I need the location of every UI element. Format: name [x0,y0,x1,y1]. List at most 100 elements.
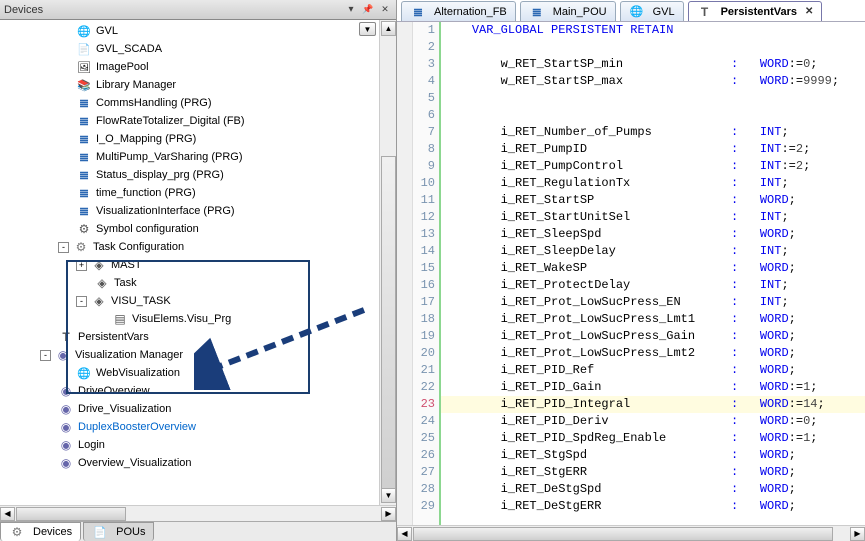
devices-horizontal-scrollbar[interactable]: ◀ ▶ [0,505,396,521]
tree-item[interactable]: Overview_Visualization [0,454,365,472]
st-icon [76,149,92,165]
editor-tab-label: Alternation_FB [434,6,507,18]
scroll-up-button[interactable]: ▲ [381,21,396,36]
tree-item[interactable]: CommsHandling (PRG) [0,94,365,112]
tree-item[interactable]: PersistentVars [0,328,365,346]
code-line[interactable]: i_RET_StartSP : WORD; [441,192,865,209]
tree-item-label: Status_display_prg (PRG) [96,169,224,181]
editor-tab[interactable]: Alternation_FB [401,1,516,21]
footer-tab-devices[interactable]: Devices [0,522,81,541]
tree-item-label: Drive_Visualization [78,403,171,415]
footer-tab-pous[interactable]: POUs [83,522,154,541]
code-line[interactable]: i_RET_PID_Gain : WORD:=1; [441,379,865,396]
tree-item[interactable]: Status_display_prg (PRG) [0,166,365,184]
tree-item[interactable]: GVL_SCADA [0,40,365,58]
scroll-thumb[interactable] [381,156,396,496]
close-icon[interactable] [378,3,392,17]
code-line[interactable]: i_RET_StartUnitSel : INT; [441,209,865,226]
editor-tab[interactable]: GVL [620,1,684,21]
tree-item[interactable]: WebVisualization [0,364,365,382]
code-line[interactable]: i_RET_PID_Deriv : WORD:=0; [441,413,865,430]
code-line[interactable]: i_RET_DeStgERR : WORD; [441,498,865,515]
collapse-toggle[interactable]: - [76,296,87,307]
tree-item[interactable]: Library Manager [0,76,365,94]
code-line[interactable]: w_RET_StartSP_max : WORD:=9999; [441,73,865,90]
scroll-h-thumb[interactable] [413,527,833,541]
code-line[interactable]: i_RET_ProtectDelay : INT; [441,277,865,294]
code-line[interactable]: i_RET_PID_SpdReg_Enable : WORD:=1; [441,430,865,447]
code-line[interactable]: i_RET_PID_Ref : WORD; [441,362,865,379]
code-line[interactable]: i_RET_StgERR : WORD; [441,464,865,481]
tree-item[interactable]: time_function (PRG) [0,184,365,202]
scroll-h-thumb[interactable] [16,507,126,521]
editor-tab[interactable]: Main_POU [520,1,616,21]
tree-item-label: FlowRateTotalizer_Digital (FB) [96,115,245,127]
pin-icon[interactable] [361,3,375,17]
line-number: 28 [413,481,435,498]
tree-item[interactable]: -Visualization Manager [0,346,365,364]
tree-item[interactable]: Symbol configuration [0,220,365,238]
scroll-down-button[interactable]: ▼ [381,488,396,503]
web-icon [76,365,92,381]
code-line[interactable]: i_RET_Prot_LowSucPress_Lmt2 : WORD; [441,345,865,362]
code-line[interactable]: VAR_GLOBAL PERSISTENT RETAIN [441,22,865,39]
devices-tree[interactable]: GVL GVL_SCADA ImagePoolLibrary ManagerComm… [0,20,365,505]
tree-item[interactable]: VisuElems.Visu_Prg [0,310,365,328]
code-line[interactable] [441,39,865,56]
tree-item[interactable]: -VISU_TASK [0,292,365,310]
scroll-left-button[interactable]: ◀ [397,527,412,541]
devices-body: ▼ GVL GVL_SCADA ImagePoolLibrary ManagerCo… [0,20,396,505]
code-line[interactable]: w_RET_StartSP_min : WORD:=0; [441,56,865,73]
code-line[interactable]: i_RET_Number_of_Pumps : INT; [441,124,865,141]
tree-item[interactable]: DuplexBoosterOverview [0,418,365,436]
expand-toggle[interactable]: + [76,260,87,271]
tree-item[interactable]: FlowRateTotalizer_Digital (FB) [0,112,365,130]
dropdown-icon[interactable]: ▾ [344,3,358,17]
line-number: 17 [413,294,435,311]
code-line[interactable]: i_RET_Prot_LowSucPress_Lmt1 : WORD; [441,311,865,328]
tree-item[interactable]: Task [0,274,365,292]
tree-item-label: Task [114,277,137,289]
code-line[interactable]: i_RET_Prot_LowSucPress_Gain : WORD; [441,328,865,345]
code-area[interactable]: VAR_GLOBAL PERSISTENT RETAIN w_RET_Start… [441,22,865,525]
close-tab-icon[interactable]: ✕ [805,6,813,17]
tree-item[interactable]: -Task Configuration [0,238,365,256]
tree-item-label: GVL_SCADA [96,43,162,55]
editor-tab[interactable]: PersistentVars✕ [688,1,823,21]
scroll-right-button[interactable]: ▶ [381,507,396,521]
tree-item[interactable]: +MAST [0,256,365,274]
scroll-left-button[interactable]: ◀ [0,507,15,521]
collapse-toggle[interactable]: - [40,350,51,361]
vis-icon [55,347,71,363]
code-line[interactable]: i_RET_SleepSpd : WORD; [441,226,865,243]
collapse-toggle[interactable]: - [58,242,69,253]
gear-icon [73,239,89,255]
tree-item[interactable]: Login [0,436,365,454]
code-line[interactable]: i_RET_PumpControl : INT:=2; [441,158,865,175]
code-line[interactable]: i_RET_StgSpd : WORD; [441,447,865,464]
code-editor[interactable]: 1234567891011121314151617181920212223242… [397,22,865,525]
tree-item-label: Symbol configuration [96,223,199,235]
code-line[interactable]: i_RET_RegulationTx : INT; [441,175,865,192]
tree-item[interactable]: MultiPump_VarSharing (PRG) [0,148,365,166]
tree-item[interactable]: I_O_Mapping (PRG) [0,130,365,148]
code-line[interactable] [441,90,865,107]
tree-item[interactable]: Drive_Visualization [0,400,365,418]
tree-item[interactable]: DriveOverview [0,382,365,400]
code-line[interactable] [441,107,865,124]
editor-horizontal-scrollbar[interactable]: ◀ ▶ [397,525,865,541]
code-line[interactable]: i_RET_SleepDelay : INT; [441,243,865,260]
code-line[interactable]: i_RET_Prot_LowSucPress_EN : INT; [441,294,865,311]
code-line[interactable]: i_RET_WakeSP : WORD; [441,260,865,277]
line-number: 21 [413,362,435,379]
vertical-scrollbar[interactable]: ▲ ▼ [379,20,396,505]
code-line[interactable]: i_RET_PID_Integral : WORD:=14; [441,396,865,413]
tree-item[interactable]: GVL [0,22,365,40]
tree-item[interactable]: VisualizationInterface (PRG) [0,202,365,220]
line-number: 4 [413,73,435,90]
code-line[interactable]: i_RET_DeStgSpd : WORD; [441,481,865,498]
vis-icon [58,401,74,417]
code-line[interactable]: i_RET_PumpID : INT:=2; [441,141,865,158]
scroll-right-button[interactable]: ▶ [850,527,865,541]
tree-item[interactable]: ImagePool [0,58,365,76]
